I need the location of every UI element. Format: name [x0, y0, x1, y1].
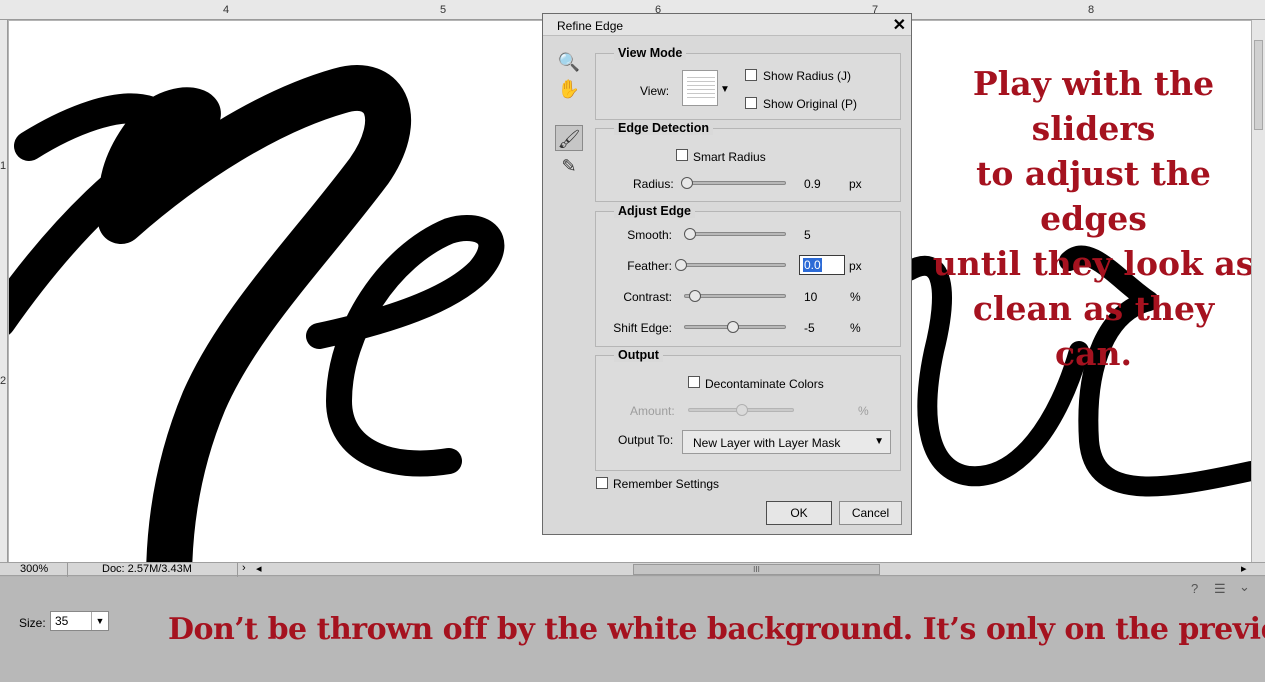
vertical-ruler: 1 2	[0, 20, 8, 562]
status-bar: 300% Doc: 2.57M/3.43M › ◂ III ▸	[0, 562, 1265, 577]
status-menu-arrow-icon[interactable]: ›	[242, 562, 246, 574]
output-section: Output Decontaminate Colors Amount: % Ou…	[595, 348, 901, 471]
feather-input[interactable]: 0.0	[799, 255, 845, 275]
instruction-caption-right: Play with the sliders to adjust the edge…	[931, 61, 1251, 376]
radius-slider-thumb[interactable]	[681, 177, 694, 189]
show-radius-checkbox[interactable]	[745, 69, 757, 81]
radius-slider[interactable]	[684, 181, 786, 185]
ruler-number: 8	[1088, 4, 1095, 16]
size-dropdown[interactable]: 35 ▼	[50, 611, 109, 631]
cancel-button[interactable]: Cancel	[839, 501, 902, 525]
caption-line: clean as they can.	[972, 289, 1215, 373]
size-value: 35	[55, 614, 69, 628]
vertical-scroll-thumb[interactable]	[1254, 40, 1263, 130]
scroll-left-icon[interactable]: ◂	[256, 562, 262, 575]
amount-unit: %	[858, 404, 869, 418]
refine-edge-dialog: Refine Edge ✕ 🔍 ✋ 🖌 ✎ View Mode View: ▼ …	[542, 13, 912, 535]
ruler-number: 5	[440, 4, 447, 16]
amount-slider-thumb	[736, 404, 748, 416]
remember-settings-label[interactable]: Remember Settings	[613, 477, 719, 491]
chevron-down-icon: ▼	[91, 612, 108, 630]
dialog-title: Refine Edge	[557, 19, 624, 33]
horizontal-scroll-thumb[interactable]: III	[633, 564, 880, 575]
radius-label: Radius:	[633, 177, 674, 191]
divider	[67, 563, 68, 577]
collapse-icon[interactable]: ⌄	[1239, 579, 1250, 595]
instruction-caption-bottom: Don’t be thrown off by the white backgro…	[168, 612, 1265, 647]
smooth-slider[interactable]	[684, 232, 786, 236]
feather-label: Feather:	[627, 259, 672, 273]
panel-menu-icon[interactable]: ☰	[1214, 581, 1226, 597]
radius-value[interactable]: 0.9	[804, 177, 821, 191]
section-title: Edge Detection	[614, 121, 713, 135]
shift-edge-label: Shift Edge:	[613, 321, 672, 335]
feather-value: 0.0	[803, 258, 822, 272]
remember-settings-checkbox[interactable]	[596, 477, 608, 489]
feather-slider[interactable]	[684, 263, 786, 267]
show-original-label[interactable]: Show Original (P)	[763, 97, 857, 111]
view-thumbnail[interactable]	[682, 70, 718, 106]
view-label: View:	[640, 84, 670, 98]
scroll-right-icon[interactable]: ▸	[1241, 562, 1247, 575]
section-title: Output	[614, 348, 663, 362]
dialog-titlebar[interactable]: Refine Edge ✕	[543, 14, 911, 36]
zoom-tool-icon[interactable]: 🔍	[555, 49, 583, 75]
caption-line: Play with the sliders	[972, 64, 1215, 148]
contrast-label: Contrast:	[623, 290, 672, 304]
ok-button[interactable]: OK	[766, 501, 832, 525]
view-mode-section: View Mode View: ▼ Show Radius (J) Show O…	[595, 46, 901, 120]
decontaminate-colors-label[interactable]: Decontaminate Colors	[705, 377, 824, 391]
smart-radius-label[interactable]: Smart Radius	[693, 150, 766, 164]
close-icon[interactable]: ✕	[893, 15, 906, 35]
contrast-value[interactable]: 10	[804, 290, 817, 304]
shift-edge-slider-thumb[interactable]	[727, 321, 740, 333]
adjust-edge-section: Adjust Edge Smooth: 5 Feather: 0.0 px Co…	[595, 204, 901, 347]
section-title: View Mode	[614, 46, 687, 60]
output-to-label: Output To:	[618, 433, 674, 447]
smooth-label: Smooth:	[627, 228, 672, 242]
feather-unit: px	[849, 259, 862, 273]
edge-detection-section: Edge Detection Smart Radius Radius: 0.9 …	[595, 121, 901, 202]
decontaminate-colors-checkbox[interactable]	[688, 376, 700, 388]
output-to-dropdown[interactable]: New Layer with Layer Mask ▼	[682, 430, 891, 454]
refine-radius-brush-icon[interactable]: 🖌	[555, 125, 583, 151]
ruler-number: 1	[0, 160, 7, 172]
radius-unit: px	[849, 177, 862, 191]
show-radius-label[interactable]: Show Radius (J)	[763, 69, 851, 83]
output-to-value: New Layer with Layer Mask	[693, 436, 841, 450]
vertical-scrollbar[interactable]	[1251, 20, 1265, 562]
smooth-value[interactable]: 5	[804, 228, 811, 242]
hand-tool-icon[interactable]: ✋	[555, 76, 583, 102]
caption-line: to adjust the edges	[976, 154, 1211, 238]
doc-size: Doc: 2.57M/3.43M	[102, 563, 192, 575]
shift-edge-value[interactable]: -5	[804, 321, 815, 335]
feather-slider-thumb[interactable]	[675, 259, 687, 271]
caption-line: until they look as	[932, 244, 1251, 283]
ruler-number: 2	[0, 375, 7, 387]
scroll-grip: III	[753, 565, 760, 574]
help-icon[interactable]: ?	[1191, 581, 1198, 596]
erase-refinements-icon[interactable]: ✎	[555, 153, 583, 179]
shift-edge-unit: %	[850, 321, 861, 335]
smart-radius-checkbox[interactable]	[676, 149, 688, 161]
amount-label: Amount:	[630, 404, 675, 418]
smooth-slider-thumb[interactable]	[684, 228, 697, 240]
size-label: Size:	[19, 616, 46, 630]
contrast-unit: %	[850, 290, 861, 304]
divider	[237, 563, 238, 577]
tool-options-bar: Size: 35 ▼ ? ☰ ⌄ Don’t be thrown off by …	[0, 577, 1265, 682]
chevron-down-icon[interactable]: ▼	[720, 84, 730, 95]
zoom-level[interactable]: 300%	[20, 563, 48, 575]
show-original-checkbox[interactable]	[745, 97, 757, 109]
chevron-down-icon: ▼	[874, 436, 884, 447]
ruler-number: 4	[223, 4, 230, 16]
contrast-slider-thumb[interactable]	[689, 290, 702, 302]
section-title: Adjust Edge	[614, 204, 695, 218]
